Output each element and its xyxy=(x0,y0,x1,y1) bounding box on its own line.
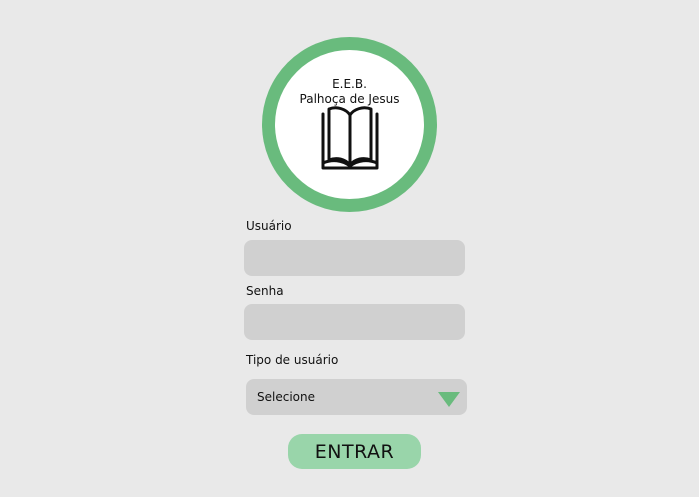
school-logo: E.E.B. Palhoça de Jesus xyxy=(262,37,437,212)
username-input[interactable] xyxy=(244,240,465,276)
open-book-icon xyxy=(321,106,379,170)
login-button[interactable]: ENTRAR xyxy=(288,434,421,469)
password-input[interactable] xyxy=(244,304,465,340)
user-type-select[interactable]: Selecione xyxy=(246,379,467,415)
triangle-down-icon[interactable] xyxy=(438,392,460,407)
user-type-label: Tipo de usuário xyxy=(246,353,339,367)
logo-inner-circle: E.E.B. Palhoça de Jesus xyxy=(275,50,424,199)
logo-school-type: E.E.B. xyxy=(332,77,367,91)
user-type-selected-value: Selecione xyxy=(257,390,315,404)
username-label: Usuário xyxy=(246,219,292,233)
logo-school-name: Palhoça de Jesus xyxy=(299,92,400,106)
password-label: Senha xyxy=(246,284,284,298)
